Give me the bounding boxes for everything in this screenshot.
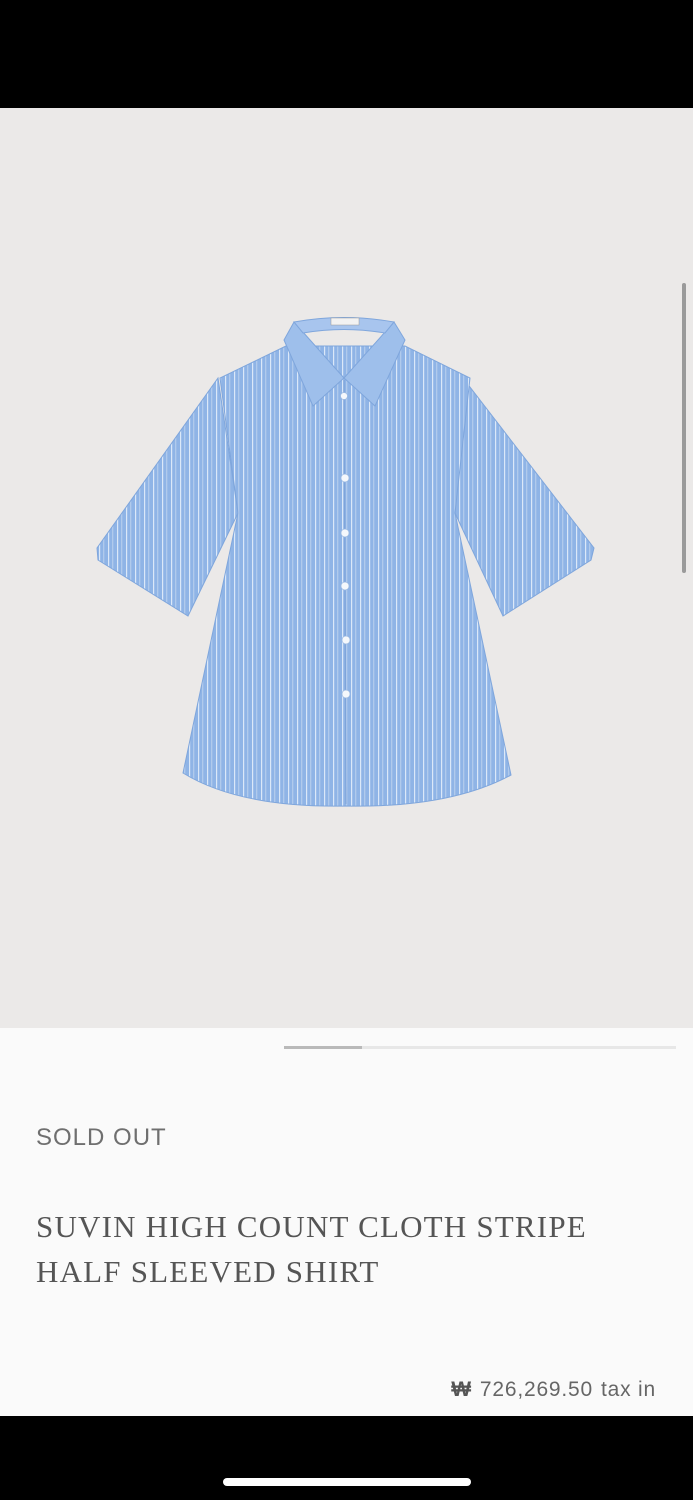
product-details: SOLD OUT SUVIN HIGH COUNT CLOTH STRIPE H… [0, 1028, 693, 1416]
product-image[interactable] [0, 108, 693, 1028]
gallery-scrollbar[interactable] [682, 283, 686, 573]
product-gallery[interactable] [0, 108, 693, 1028]
product-page: SOLD OUT SUVIN HIGH COUNT CLOTH STRIPE H… [0, 0, 693, 1500]
price-amount: 726,269.50 [479, 1378, 593, 1401]
stock-status-label: SOLD OUT [36, 1124, 167, 1151]
status-bar [0, 0, 693, 108]
price-tax-note: tax in [601, 1378, 656, 1401]
bottom-bar [0, 1416, 693, 1500]
currency-symbol: ₩ [451, 1378, 472, 1401]
product-title: SUVIN HIGH COUNT CLOTH STRIPE HALF SLEEV… [36, 1209, 587, 1289]
product-price: ₩726,269.50 tax in [451, 1378, 656, 1402]
home-indicator[interactable] [223, 1478, 471, 1486]
gallery-pager-active [284, 1046, 362, 1049]
